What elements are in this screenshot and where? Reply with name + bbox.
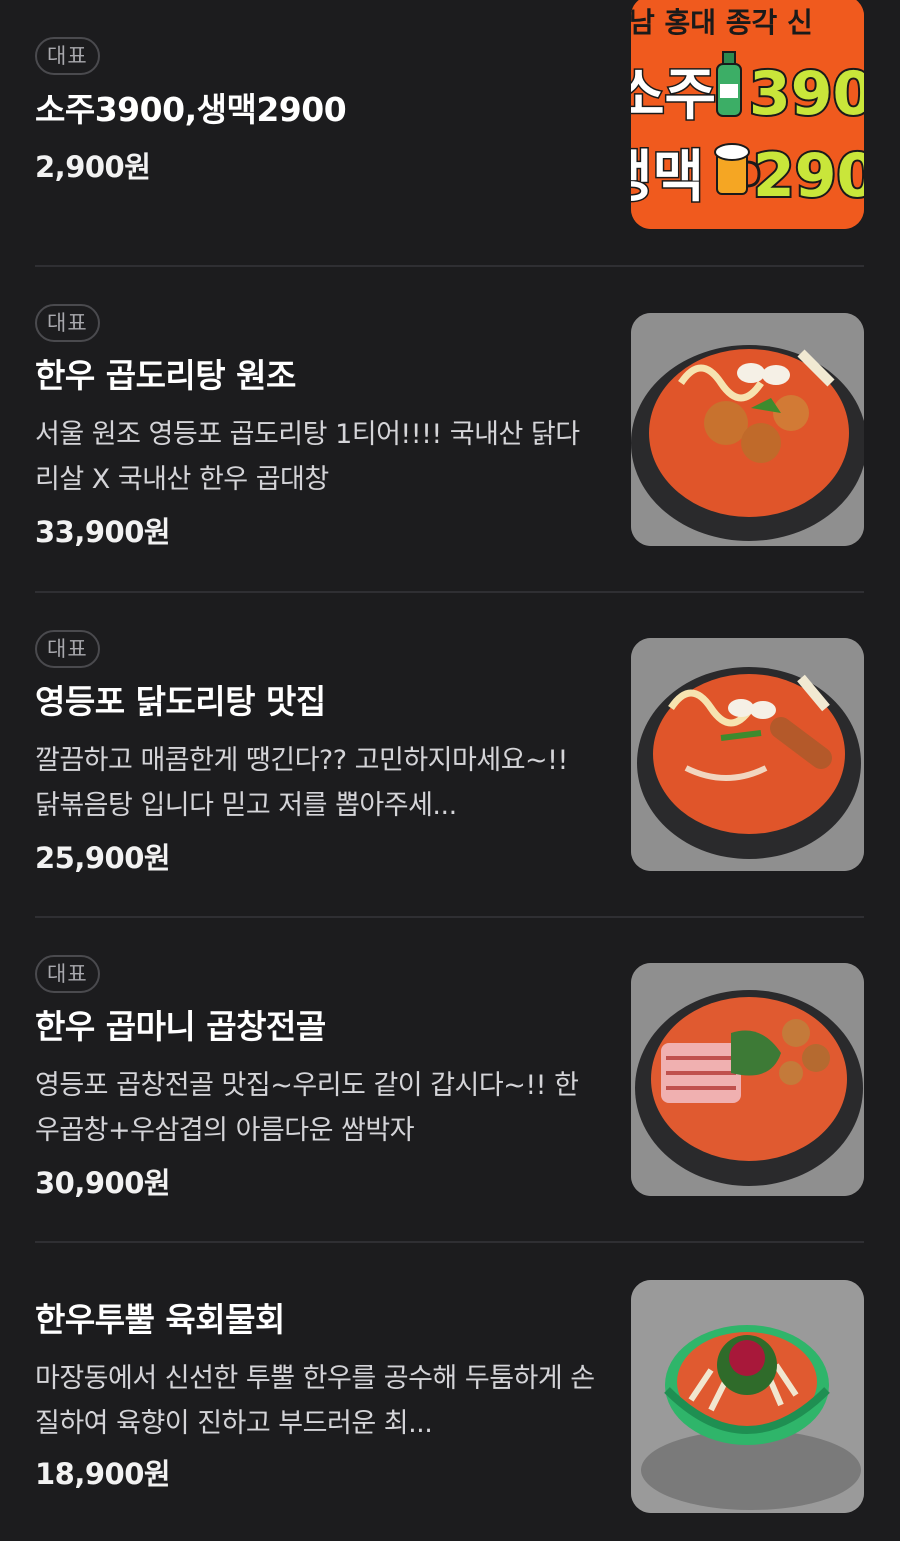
promo-line1-number: 390 xyxy=(749,59,864,129)
menu-item-description: 마장동에서 신선한 투뿔 한우를 공수해 두툼하게 손질하여 육향이 진하고 부… xyxy=(35,1363,595,1439)
stew-pot-icon xyxy=(631,313,864,546)
menu-item-image[interactable] xyxy=(631,638,864,871)
menu-item-image[interactable] xyxy=(631,963,864,1196)
promo-line2-number: 290 xyxy=(753,141,864,211)
signature-badge: 대표 xyxy=(35,304,100,342)
menu-item-description: 깔끔하고 매콤한게 땡긴다?? 고민하지마세요~!! 닭볶음탕 입니다 믿고 저… xyxy=(35,745,568,821)
stew-pot-icon xyxy=(631,963,864,1196)
menu-item-price: 2,900원 xyxy=(35,150,151,184)
menu-item-title: 영등포 닭도리탕 맛집 xyxy=(35,682,326,721)
menu-item-soju-beer[interactable]: 대표 소주3900,생맥2900 2,900원 남 홍대 종각 신 소주 390… xyxy=(35,0,864,230)
menu-item-description: 서울 원조 영등포 곱도리탕 1티어!!!! 국내산 닭다리살 X 국내산 한우… xyxy=(35,419,580,495)
divider xyxy=(35,916,864,918)
signature-badge: 대표 xyxy=(35,955,100,993)
menu-item-title: 소주3900,생맥2900 xyxy=(35,90,347,129)
menu-item-price: 30,900원 xyxy=(35,1166,171,1200)
menu-list: 대표 소주3900,생맥2900 2,900원 남 홍대 종각 신 소주 390… xyxy=(0,0,900,1541)
menu-item-title: 한우 곱도리탕 원조 xyxy=(35,356,296,395)
menu-item-description: 영등포 곱창전골 맛집~우리도 같이 갑시다~!! 한우곱창+우삼겹의 아름다운… xyxy=(35,1070,579,1146)
menu-item-yukhoe-mulhoe[interactable]: 한우투뿔 육회물회 마장동에서 신선한 투뿔 한우를 공수해 두툼하게 손질하여… xyxy=(35,1278,864,1518)
menu-item-price: 33,900원 xyxy=(35,515,171,549)
promo-banner-image: 남 홍대 종각 신 소주 390 생맥 290 xyxy=(631,0,864,229)
menu-item-title: 한우 곱마니 곱창전골 xyxy=(35,1007,326,1046)
signature-badge: 대표 xyxy=(35,37,100,75)
menu-item-gopchang-jeongol[interactable]: 대표 한우 곱마니 곱창전골 영등포 곱창전골 맛집~우리도 같이 갑시다~!!… xyxy=(35,951,864,1211)
stew-pot-icon xyxy=(631,638,864,871)
menu-item-price: 25,900원 xyxy=(35,841,171,875)
divider xyxy=(35,265,864,267)
bowl-icon xyxy=(631,1280,864,1513)
menu-item-image[interactable]: 남 홍대 종각 신 소주 390 생맥 290 xyxy=(631,0,864,229)
menu-item-image[interactable] xyxy=(631,1280,864,1513)
menu-item-title: 한우투뿔 육회물회 xyxy=(35,1300,285,1339)
promo-top-text: 남 홍대 종각 신 xyxy=(631,6,813,39)
divider xyxy=(35,1241,864,1243)
signature-badge: 대표 xyxy=(35,630,100,668)
promo-line1-text: 소주 xyxy=(631,63,716,128)
menu-item-chicken-doritang[interactable]: 대표 영등포 닭도리탕 맛집 깔끔하고 매콤한게 땡긴다?? 고민하지마세요~!… xyxy=(35,626,864,886)
menu-item-image[interactable] xyxy=(631,313,864,546)
menu-item-price: 18,900원 xyxy=(35,1457,171,1491)
menu-item-beef-gopdoritang[interactable]: 대표 한우 곱도리탕 원조 서울 원조 영등포 곱도리탕 1티어!!!! 국내산… xyxy=(35,300,864,560)
promo-line2-text: 생맥 xyxy=(631,145,704,210)
divider xyxy=(35,591,864,593)
